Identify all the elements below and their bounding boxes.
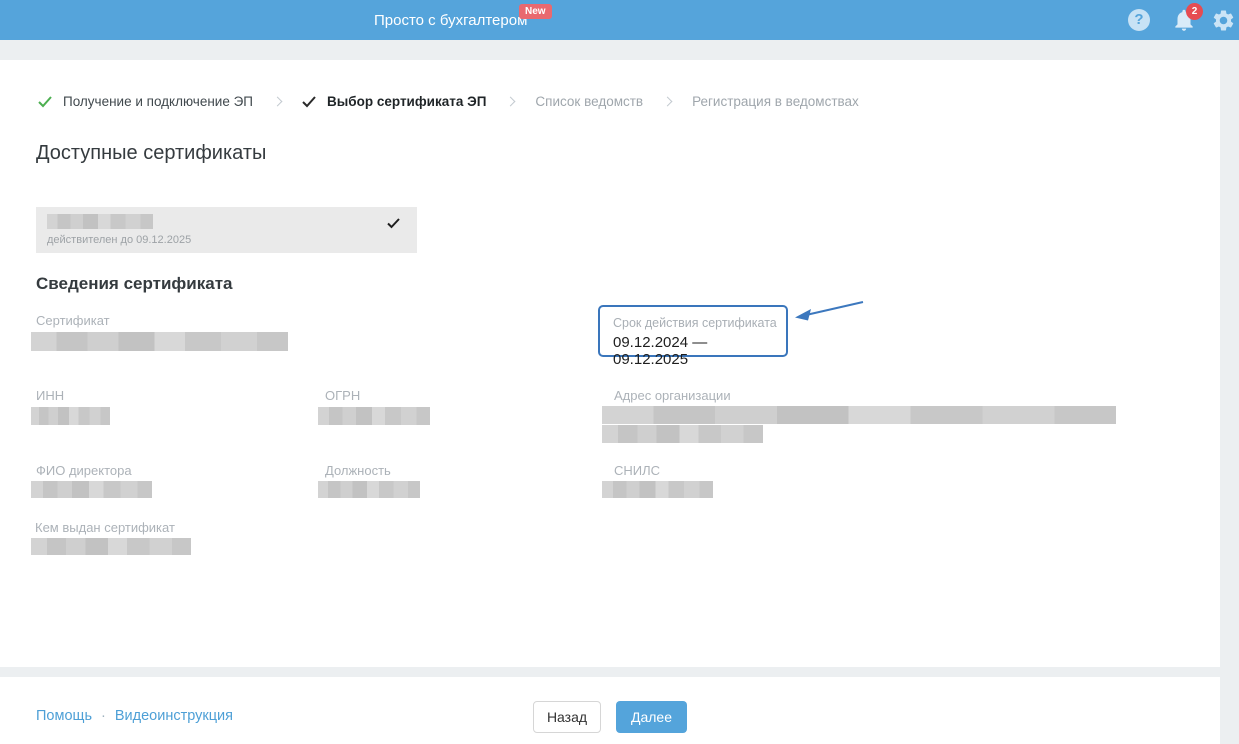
snils-field-label: СНИЛС [614, 463, 661, 478]
step-label: Список ведомств [535, 94, 644, 109]
settings-gear-icon[interactable] [1211, 8, 1236, 33]
selected-check-icon [387, 218, 400, 229]
pointer-arrow-icon [795, 301, 864, 321]
validity-period-field: Срок действия сертификата 09.12.2024 — 0… [598, 305, 788, 368]
chevron-right-icon [662, 96, 673, 107]
inn-field-label: ИНН [36, 388, 65, 403]
certificate-details-heading: Сведения сертификата [36, 274, 233, 293]
help-icon[interactable]: ? [1128, 9, 1150, 31]
wizard-stepper: Получение и подключение ЭП Выбор сертифи… [38, 94, 859, 109]
director-name-field-label: ФИО директора [36, 463, 132, 478]
validity-period-value: 09.12.2024 — 09.12.2025 [613, 334, 708, 368]
redacted-director-name-value [31, 481, 152, 498]
footer-links: Помощь · Видеоинструкция [36, 708, 233, 724]
validity-period-label: Срок действия сертификата [613, 316, 777, 330]
certificate-validity-text: действителен до 09.12.2025 [47, 234, 192, 246]
step-label: Регистрация в ведомствах [692, 94, 859, 109]
app-window: Просто с бухгалтером New ? 2 Получение и… [0, 0, 1239, 744]
check-icon [302, 95, 316, 107]
redacted-certificate-value [31, 332, 288, 351]
step-select-certificate[interactable]: Выбор сертификата ЭП [302, 94, 486, 109]
step-label: Выбор сертификата ЭП [327, 94, 487, 109]
redacted-org-address-line1 [602, 406, 1116, 424]
chevron-right-icon [505, 96, 516, 107]
chevron-right-icon [272, 96, 283, 107]
notification-count-badge: 2 [1186, 3, 1203, 20]
app-title: Просто с бухгалтером [374, 11, 528, 29]
redacted-org-address-line2 [602, 425, 763, 443]
ogrn-field-label: ОГРН [325, 388, 361, 403]
redacted-inn-value [31, 407, 110, 425]
available-certificates-heading: Доступные сертификаты [36, 142, 267, 164]
org-address-field-label: Адрес организации [614, 388, 731, 403]
step-get-signature[interactable]: Получение и подключение ЭП [38, 94, 253, 109]
position-field-label: Должность [325, 463, 391, 478]
check-icon [38, 95, 52, 107]
step-agency-registration[interactable]: Регистрация в ведомствах [692, 94, 859, 109]
redacted-certificate-name [47, 214, 153, 229]
step-agency-list[interactable]: Список ведомств [535, 94, 643, 109]
redacted-issuer-value [31, 538, 191, 555]
redacted-position-value [318, 481, 420, 498]
issuer-field-label: Кем выдан сертификат [35, 520, 175, 535]
step-label: Получение и подключение ЭП [63, 94, 253, 109]
video-instruction-link[interactable]: Видеоинструкция [115, 708, 233, 724]
link-separator: · [101, 708, 106, 724]
certificate-card[interactable]: действителен до 09.12.2025 [36, 207, 417, 253]
redacted-snils-value [602, 481, 713, 498]
certificate-field-label: Сертификат [36, 313, 110, 328]
redacted-ogrn-value [318, 407, 430, 425]
new-badge: New [519, 4, 552, 19]
help-link[interactable]: Помощь [36, 708, 92, 724]
top-header-bar: Просто с бухгалтером New ? 2 [0, 0, 1239, 40]
back-button[interactable]: Назад [533, 701, 601, 733]
next-button[interactable]: Далее [616, 701, 687, 733]
